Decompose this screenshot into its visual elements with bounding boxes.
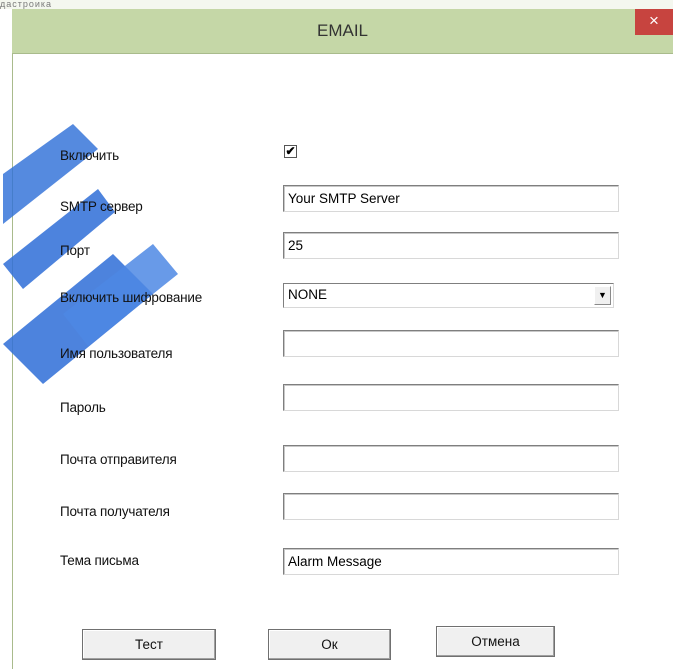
ok-button[interactable]: Ок xyxy=(268,629,391,660)
checkmark-icon: ✔ xyxy=(285,144,296,158)
background-text-fragment: дастроика xyxy=(0,0,53,9)
encryption-select[interactable]: NONE ▼ xyxy=(283,283,614,308)
sender-email-input[interactable] xyxy=(283,445,619,472)
username-label: Имя пользователя xyxy=(60,346,173,361)
subject-label: Тема письма xyxy=(60,553,139,568)
subject-input[interactable] xyxy=(283,548,619,575)
email-dialog: EMAIL × Включить ✔ SMTP сервер Порт Вклю… xyxy=(3,9,673,669)
close-icon: × xyxy=(649,11,659,30)
watermark-logo xyxy=(3,124,178,384)
enable-checkbox[interactable]: ✔ xyxy=(284,145,297,158)
enable-label: Включить xyxy=(60,148,119,163)
port-input[interactable] xyxy=(283,232,619,259)
background-strip: дастроика xyxy=(0,0,673,9)
smtp-server-input[interactable] xyxy=(283,185,619,212)
sender-label: Почта отправителя xyxy=(60,452,177,467)
dialog-body: Включить ✔ SMTP сервер Порт Включить шиф… xyxy=(3,54,673,669)
recipient-label: Почта получателя xyxy=(60,504,170,519)
encryption-value: NONE xyxy=(288,287,328,302)
smtp-server-label: SMTP сервер xyxy=(60,199,143,214)
title-bar: EMAIL × xyxy=(12,9,673,54)
cancel-button[interactable]: Отмена xyxy=(436,626,555,657)
close-button[interactable]: × xyxy=(635,9,673,35)
password-input[interactable] xyxy=(283,384,619,411)
dialog-title: EMAIL xyxy=(316,21,369,40)
chevron-down-icon[interactable]: ▼ xyxy=(594,286,611,305)
password-label: Пароль xyxy=(60,400,106,415)
encryption-label: Включить шифрование xyxy=(60,290,203,305)
test-button[interactable]: Тест xyxy=(82,629,216,660)
recipient-email-input[interactable] xyxy=(283,493,619,520)
port-label: Порт xyxy=(60,243,90,258)
username-input[interactable] xyxy=(283,330,619,357)
